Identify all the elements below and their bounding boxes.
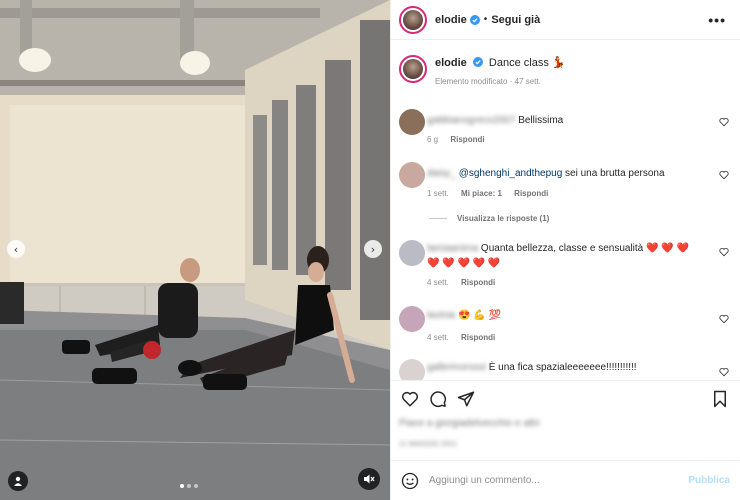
comment-meta: 6 g Rispondi	[427, 135, 495, 144]
comment-time: 1 sett.	[427, 189, 449, 198]
avatar[interactable]	[399, 5, 427, 34]
post-details-panel: elodie • Segui già ••• elodie Dance clas…	[390, 0, 740, 500]
carousel-dot	[180, 484, 184, 488]
comment-mention-link[interactable]: @sghenghi_andthepug	[459, 168, 563, 179]
following-button[interactable]: Segui già	[491, 14, 540, 26]
comment-time: 6 g	[427, 135, 439, 144]
view-replies-label: Visualizza le risposte (1)	[457, 214, 550, 223]
likes-summary[interactable]: Piace a giorgiadelvecchio e altri	[399, 418, 540, 429]
publish-button[interactable]: Pubblica	[688, 475, 730, 486]
add-comment-bar: Pubblica	[391, 460, 740, 500]
speaker-muted-icon	[364, 474, 375, 484]
comment-text: Bellissima	[518, 115, 564, 126]
user-icon	[14, 476, 22, 486]
next-media-button[interactable]: ›	[364, 240, 382, 258]
caption-meta: Elemento modificato · 47 sett.	[435, 77, 541, 86]
chevron-right-icon: ›	[370, 242, 376, 256]
replies-divider	[429, 218, 447, 219]
comment-time: 4 sett.	[427, 333, 449, 342]
add-comment-input[interactable]	[429, 475, 669, 486]
comment-username[interactable]: daisy_	[427, 168, 456, 179]
username-link[interactable]: elodie	[435, 14, 467, 26]
tagged-users-button[interactable]	[8, 471, 28, 491]
comment-meta: 4 sett. Rispondi	[427, 333, 505, 342]
comments-list[interactable]: elodie Dance class 💃 Elemento modificato…	[391, 41, 740, 380]
chevron-left-icon: ‹	[13, 242, 19, 256]
comment-meta: 4 sett. Rispondi	[427, 278, 505, 287]
comment-bubble-icon[interactable]	[429, 390, 447, 408]
reply-button[interactable]: Rispondi	[514, 189, 548, 198]
like-comment-heart-icon[interactable]	[719, 170, 729, 180]
post-date: 11 MAGGIO 2021	[399, 441, 457, 448]
avatar[interactable]	[399, 306, 425, 332]
dance-studio-photo	[0, 0, 390, 500]
carousel-indicator	[180, 484, 198, 488]
verified-badge-icon	[472, 57, 483, 67]
verified-badge-icon	[469, 14, 480, 25]
reply-button[interactable]: Rispondi	[461, 333, 495, 342]
caption-username[interactable]: elodie	[435, 57, 467, 69]
like-comment-heart-icon[interactable]	[719, 117, 729, 127]
save-bookmark-icon[interactable]	[711, 390, 729, 408]
comment-username[interactable]: lavinia	[427, 310, 455, 321]
avatar[interactable]	[399, 162, 425, 188]
post-header: elodie • Segui già •••	[391, 0, 740, 40]
post-caption: elodie Dance class 💃 Elemento modificato…	[399, 55, 566, 90]
like-heart-icon[interactable]	[401, 390, 419, 408]
comment-username[interactable]: lamiaanima	[427, 243, 478, 254]
separator-dot: •	[483, 14, 488, 25]
comment-likes-button[interactable]: Mi piace: 1	[461, 189, 502, 198]
avatar[interactable]	[399, 240, 425, 266]
mute-button[interactable]	[358, 468, 380, 490]
likes-text: Piace a giorgiadelvecchio e altri	[399, 418, 540, 429]
post-date-text: 11 MAGGIO 2021	[399, 441, 458, 448]
like-comment-heart-icon[interactable]	[719, 314, 729, 324]
post-actions-bar	[391, 380, 740, 416]
post-media[interactable]: ‹ ›	[0, 0, 390, 500]
more-options-icon[interactable]: •••	[708, 12, 726, 28]
carousel-dot	[194, 484, 198, 488]
previous-media-button[interactable]: ‹	[7, 240, 25, 258]
comment-username[interactable]: gallerinorossi	[427, 362, 486, 373]
reply-button[interactable]: Rispondi	[450, 135, 484, 144]
emoji-smile-icon[interactable]	[401, 472, 419, 490]
carousel-dot	[187, 484, 191, 488]
comment-meta: 1 sett. Mi piace: 1 Rispondi	[427, 189, 558, 198]
comment-time: 4 sett.	[427, 278, 449, 287]
share-paper-plane-icon[interactable]	[457, 390, 475, 408]
avatar[interactable]	[399, 359, 425, 380]
comment-text: sei una brutta persona	[562, 168, 665, 179]
view-replies-button[interactable]: Visualizza le risposte (1)	[429, 214, 549, 223]
like-comment-heart-icon[interactable]	[719, 367, 729, 377]
like-comment-heart-icon[interactable]	[719, 247, 729, 257]
avatar[interactable]	[399, 55, 427, 83]
caption-text: Dance class 💃	[488, 57, 566, 69]
reply-button[interactable]: Rispondi	[461, 278, 495, 287]
avatar[interactable]	[399, 109, 425, 135]
comment-text: È una fica spazialeeeeeee!!!!!!!!!!!	[488, 362, 637, 373]
comment-text: 😍 💪 💯	[458, 310, 502, 321]
comment-username[interactable]: gabbianogreco2007	[427, 115, 515, 126]
